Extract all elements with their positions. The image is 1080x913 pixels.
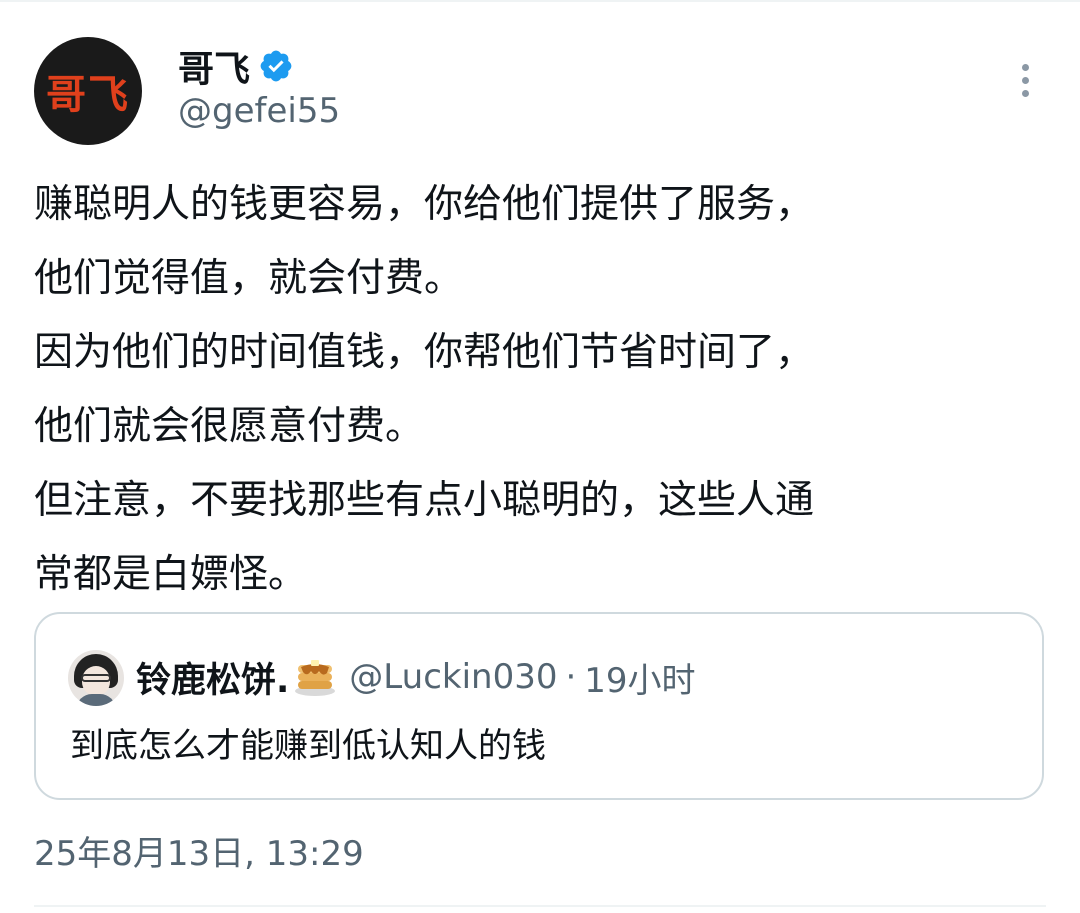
more-dot-icon — [1021, 89, 1029, 97]
avatar-logo-text: 哥飞 — [46, 72, 130, 118]
more-options-button[interactable] — [1008, 58, 1042, 102]
quoted-tweet-card[interactable]: 铃鹿松饼. @Luckin030 · 19小时 到底怎么才能赚到低认知人的钱 — [34, 612, 1044, 800]
separator-dot: · — [565, 657, 577, 697]
tweet-line: 但注意，不要找那些有点小聪明的，这些人通 — [34, 478, 815, 523]
tweet-line: 因为他们的时间值钱，你帮他们节省时间了， — [34, 330, 815, 375]
top-border — [0, 0, 1080, 2]
author-handle[interactable]: @gefei55 — [178, 91, 340, 131]
quoted-tweet-time[interactable]: 19小时 — [584, 653, 695, 702]
quoted-author-avatar[interactable] — [68, 650, 124, 706]
author-avatar[interactable]: 哥飞 — [34, 37, 142, 145]
quoted-tweet-header: 铃鹿松饼. @Luckin030 · 19小时 — [136, 652, 696, 702]
quoted-tweet-text: 到底怎么才能赚到低认知人的钱 — [70, 726, 546, 766]
more-dot-icon — [1021, 63, 1029, 71]
tweet-line: 赚聪明人的钱更容易，你给他们提供了服务， — [34, 182, 815, 227]
tweet-line: 常都是白嫖怪。 — [34, 552, 308, 597]
author-display-name[interactable]: 哥飞 — [178, 40, 250, 92]
divider — [34, 905, 1046, 907]
tweet-text: 赚聪明人的钱更容易，你给他们提供了服务， 他们觉得值，就会付费。 因为他们的时间… — [34, 168, 1054, 612]
quoted-author-name[interactable]: 铃鹿松饼. — [136, 652, 289, 703]
pancake-icon — [293, 657, 337, 697]
tweet-timestamp[interactable]: 25年8月13日, 13:29 — [34, 826, 364, 875]
author-name-row: 哥飞 — [178, 42, 294, 90]
verified-badge-icon[interactable] — [258, 48, 294, 84]
more-dot-icon — [1021, 76, 1029, 84]
tweet-line: 他们就会很愿意付费。 — [34, 404, 425, 449]
quoted-author-handle[interactable]: @Luckin030 — [349, 657, 557, 697]
tweet-line: 他们觉得值，就会付费。 — [34, 256, 464, 301]
